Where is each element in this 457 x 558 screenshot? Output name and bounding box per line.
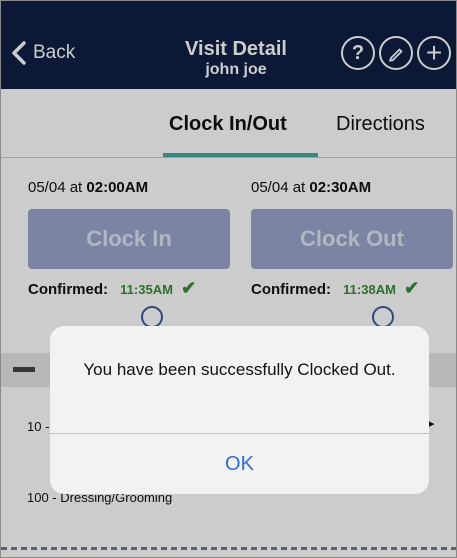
app-frame: Back Visit Detail john joe ? + Clock In/… xyxy=(0,0,457,558)
alert-dialog: You have been successfully Clocked Out. … xyxy=(50,326,429,494)
ok-button[interactable]: OK xyxy=(50,434,429,494)
alert-message: You have been successfully Clocked Out. xyxy=(83,360,396,379)
